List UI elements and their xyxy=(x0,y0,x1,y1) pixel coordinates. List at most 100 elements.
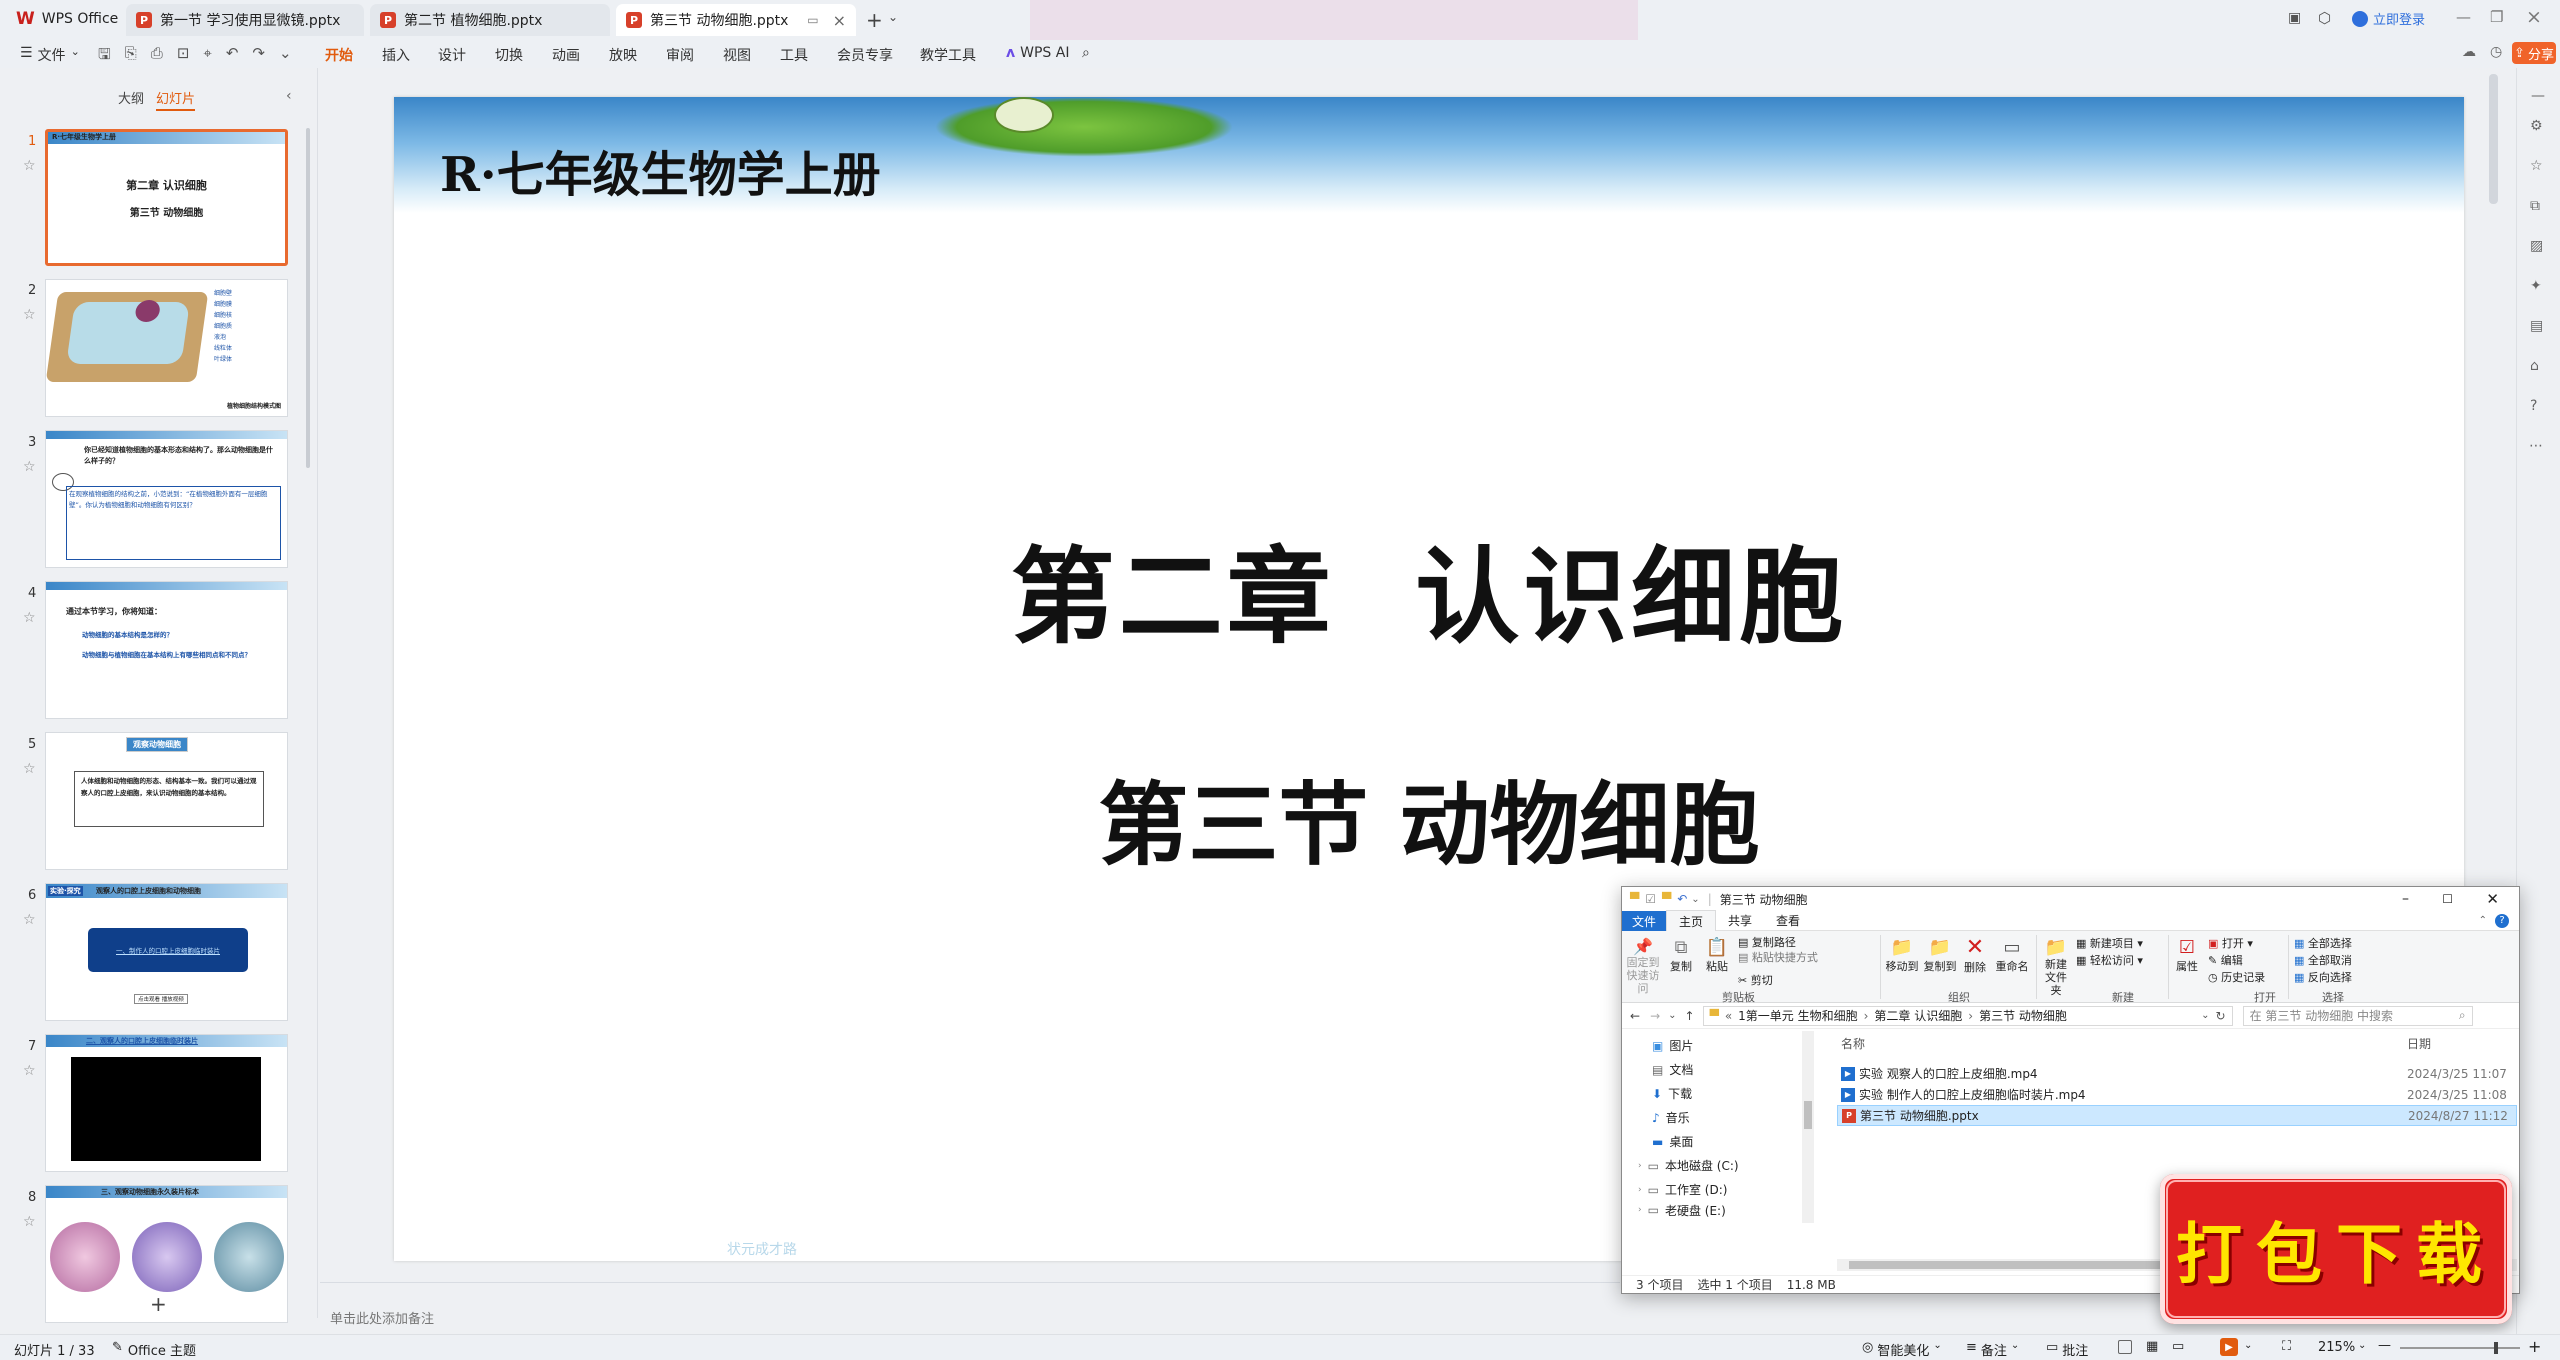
preview-icon[interactable]: ⊡ xyxy=(177,44,190,69)
tab-view[interactable]: 查看 xyxy=(1764,910,1812,931)
comments-button[interactable]: ▭ 批注 xyxy=(2046,1340,2088,1359)
notes-placeholder[interactable]: 单击此处添加备注 xyxy=(330,1308,434,1327)
menu-tools[interactable]: 工具 xyxy=(780,45,808,65)
file-row-selected[interactable]: P 第三节 动物细胞.pptx 2024/8/27 11:12 xyxy=(1837,1105,2517,1126)
slide-subtitle[interactable]: 第三节 动物细胞 xyxy=(394,752,2464,882)
qa-undo-icon[interactable]: ↶ xyxy=(1677,892,1687,906)
file-row[interactable]: ▶ 实验 制作人的口腔上皮细胞临时装片.mp4 2024/3/25 11:08 xyxy=(1837,1084,2517,1105)
cloud-sync-icon[interactable]: ☁ xyxy=(2462,44,2476,60)
close-icon[interactable]: ✕ xyxy=(2486,890,2499,908)
tab-share[interactable]: 共享 xyxy=(1716,910,1764,931)
new-item-button[interactable]: ▦ 新建项目 ▾ xyxy=(2076,935,2143,952)
forward-icon[interactable]: → xyxy=(1650,1009,1660,1023)
qa-properties-icon[interactable]: ☑ xyxy=(1645,892,1656,906)
chevron-down-icon[interactable]: ⌄ xyxy=(888,10,898,24)
help-icon[interactable]: ? xyxy=(2495,913,2509,928)
zoom-slider-thumb[interactable] xyxy=(2494,1342,2498,1354)
select-none-button[interactable]: ▦ 全部取消 xyxy=(2294,952,2352,969)
star-icon[interactable]: ☆ xyxy=(23,158,36,174)
address-bar[interactable]: ▀ « 1第一单元 生物和细胞 › 第二章 认识细胞 › 第三节 动物细胞 ⌄ … xyxy=(1702,1005,2233,1026)
monitor-icon[interactable]: ▭ xyxy=(807,13,818,27)
rename-button[interactable]: ▭ 重命名 xyxy=(1992,937,2032,974)
breadcrumb-overflow-icon[interactable]: « xyxy=(1725,1009,1732,1023)
tag-icon[interactable]: ⌂ xyxy=(2530,358,2539,374)
help-icon[interactable]: ? xyxy=(2530,398,2537,414)
new-folder-button[interactable]: 📁 新建文件夹 xyxy=(2040,937,2072,997)
theme-indicator[interactable]: ✎ Office 主题 xyxy=(112,1340,196,1359)
nav-drive-d[interactable]: › ▭ 工作室 (D:) xyxy=(1638,1181,1727,1198)
move-to-button[interactable]: 📁 移动到 xyxy=(1884,937,1920,974)
tab-file[interactable]: 文件 xyxy=(1622,910,1667,931)
open-button[interactable]: ▣ 打开 ▾ xyxy=(2208,935,2265,952)
wps-ai-menu[interactable]: ʌ WPS AI xyxy=(1006,45,1069,61)
menu-view[interactable]: 视图 xyxy=(723,45,751,65)
reading-view-icon[interactable]: ▭ xyxy=(2172,1339,2184,1354)
skin-icon[interactable]: ⬡ xyxy=(2318,9,2331,27)
grid-view-icon[interactable]: ▦ xyxy=(2146,1339,2158,1354)
recent-dropdown-icon[interactable]: ⌄ xyxy=(1668,1010,1676,1021)
close-tab-icon[interactable]: × xyxy=(833,11,846,30)
login-button[interactable]: 立即登录 xyxy=(2352,9,2425,28)
zoom-dropdown-icon[interactable]: ⌄ xyxy=(2358,1340,2366,1351)
invert-selection-button[interactable]: ▦ 反向选择 xyxy=(2294,969,2352,986)
breadcrumb-item[interactable]: 1第一单元 生物和细胞 xyxy=(1738,1007,1857,1024)
select-all-button[interactable]: ▦ 全部选择 xyxy=(2294,935,2352,952)
star-icon[interactable]: ☆ xyxy=(23,1063,36,1079)
slide-thumb-5[interactable]: 观察动物细胞 人体细胞和动物细胞的形态、结构基本一致。我们可以通过观察人的口腔上… xyxy=(45,732,288,870)
menu-insert[interactable]: 插入 xyxy=(382,45,410,65)
slide-thumb-4[interactable]: 通过本节学习，你将知道： 动物细胞的基本结构是怎样的？ 动物细胞与植物细胞在基本… xyxy=(45,581,288,719)
menu-member[interactable]: 会员专享 xyxy=(837,45,893,65)
back-icon[interactable]: ← xyxy=(1630,1009,1640,1023)
qa-dropdown-icon[interactable]: ⌄ xyxy=(1691,894,1699,905)
notes-button[interactable]: ≡ 备注 ⌄ xyxy=(1966,1340,2019,1359)
more-icon[interactable]: ⌄ xyxy=(279,44,292,69)
fit-window-icon[interactable]: ⛶ xyxy=(2282,1339,2291,1354)
address-dropdown-icon[interactable]: ⌄ xyxy=(2201,1010,2209,1021)
panel-scrollbar[interactable] xyxy=(306,128,310,468)
download-bundle-banner[interactable]: 打包下载 xyxy=(2160,1174,2512,1324)
menu-design[interactable]: 设计 xyxy=(438,45,466,65)
maximize-icon[interactable]: ☐ xyxy=(2442,892,2453,906)
slide-thumb-3[interactable]: 你已经知道植物细胞的基本形态和结构了。那么动物细胞是什么样子的？ 在观察植物细胞… xyxy=(45,430,288,568)
paste-shortcut-button[interactable]: ▤ 粘贴快捷方式 xyxy=(1738,950,1818,965)
star-icon[interactable]: ☆ xyxy=(23,1214,36,1230)
wps-home-tab[interactable]: W WPS Office xyxy=(16,9,118,29)
copy-icon[interactable]: ⧉ xyxy=(2530,198,2540,214)
zoom-in-icon[interactable]: + xyxy=(2528,1337,2541,1356)
nav-downloads[interactable]: ⬇ 下载 xyxy=(1652,1085,1692,1102)
tab-outline[interactable]: 大纲 xyxy=(118,88,144,107)
col-name-header[interactable]: 名称 xyxy=(1841,1035,1865,1052)
delete-button[interactable]: ✕ 删除 xyxy=(1960,937,1990,975)
nav-scrollbar[interactable] xyxy=(1802,1031,1814,1223)
menu-review[interactable]: 审阅 xyxy=(666,45,694,65)
doc-tab-1[interactable]: P 第一节 学习使用显微镜.pptx xyxy=(126,4,364,36)
layout-icon[interactable]: ▤ xyxy=(2530,318,2543,334)
properties-button[interactable]: ☑ 属性 xyxy=(2172,937,2202,974)
copy-to-button[interactable]: 📁 复制到 xyxy=(1922,937,1958,974)
save-icon[interactable]: 🖫 xyxy=(98,44,111,69)
doc-tab-3[interactable]: P 第三节 动物细胞.pptx ▭ × xyxy=(616,4,856,36)
zoom-slider[interactable] xyxy=(2400,1342,2520,1354)
col-date-header[interactable]: 日期 xyxy=(2407,1035,2431,1052)
nav-drive-e[interactable]: › ▭ 老硬盘 (E:) xyxy=(1638,1203,1726,1217)
tab-slides[interactable]: 幻灯片 xyxy=(156,88,196,111)
qa-newfolder-icon[interactable]: ▀ xyxy=(1662,892,1671,906)
star-icon[interactable]: ☆ xyxy=(23,610,36,626)
more-dots-icon[interactable]: ⋯ xyxy=(2529,438,2543,454)
star-outline-icon[interactable]: ☆ xyxy=(2530,158,2543,174)
zoom-out-icon[interactable]: — xyxy=(2378,1338,2391,1353)
play-dropdown-icon[interactable]: ⌄ xyxy=(2244,1340,2252,1351)
beautify-button[interactable]: ◎ 智能美化 ⌄ xyxy=(1862,1340,1942,1359)
history-button[interactable]: ◷ 历史记录 xyxy=(2208,969,2265,986)
redo-icon[interactable]: ↷ xyxy=(252,44,265,69)
new-tab-icon[interactable]: + xyxy=(866,8,883,32)
copy-path-button[interactable]: ▤ 复制路径 xyxy=(1738,935,1818,950)
search-icon[interactable]: ⌕ xyxy=(1082,45,1090,61)
star-icon[interactable]: ☆ xyxy=(23,912,36,928)
up-icon[interactable]: ↑ xyxy=(1685,1009,1695,1023)
nav-music[interactable]: ♪ 音乐 xyxy=(1652,1109,1690,1126)
minimize-icon[interactable]: — xyxy=(2456,8,2471,26)
edit-button[interactable]: ✎ 编辑 xyxy=(2208,952,2265,969)
nav-drive-c[interactable]: › ▭ 本地磁盘 (C:) xyxy=(1638,1157,1739,1174)
export-pdf-icon[interactable]: ⎘ xyxy=(125,44,137,69)
